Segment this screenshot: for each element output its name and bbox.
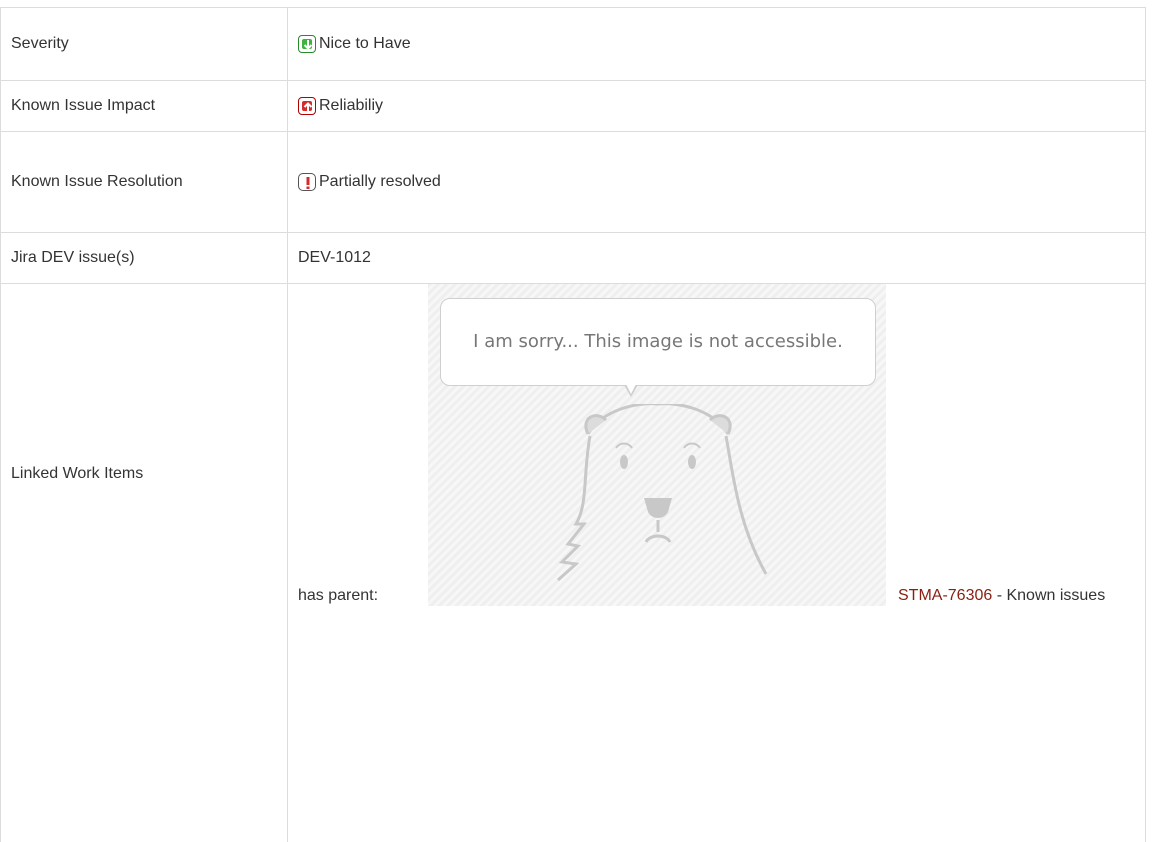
- property-label: Linked Work Items: [1, 284, 288, 842]
- property-value: Reliabiliy: [288, 81, 1146, 132]
- link-relation-label: has parent:: [298, 584, 378, 608]
- property-row-linked-items: Linked Work Items has parent: I am sorry…: [1, 284, 1146, 842]
- severity-value: Nice to Have: [319, 32, 411, 56]
- parent-issue-link-text: STMA-76306 - Known issues: [898, 584, 1154, 608]
- property-row-dev-issues: Jira DEV issue(s) DEV-1012: [1, 233, 1146, 284]
- property-value: Partially resolved: [288, 132, 1146, 233]
- priority-minor-icon: [298, 35, 316, 53]
- property-value: Nice to Have: [288, 8, 1146, 81]
- resolution-value: Partially resolved: [319, 170, 441, 194]
- dev-issue-value: DEV-1012: [288, 233, 1146, 284]
- impact-value: Reliabiliy: [319, 94, 383, 118]
- broken-image-placeholder: I am sorry... This image is not accessib…: [428, 284, 886, 606]
- parent-issue-link[interactable]: STMA-76306: [898, 587, 992, 604]
- property-label: Jira DEV issue(s): [1, 233, 288, 284]
- parent-issue-summary: - Known issues: [992, 587, 1105, 604]
- property-label: Known Issue Impact: [1, 81, 288, 132]
- linked-items-value: has parent: I am sorry... This image is …: [288, 284, 1146, 842]
- priority-major-icon: [298, 97, 316, 115]
- property-label: Known Issue Resolution: [1, 132, 288, 233]
- property-row-impact: Known Issue Impact Reliabiliy: [1, 81, 1146, 132]
- image-not-accessible-message: I am sorry... This image is not accessib…: [440, 298, 876, 386]
- sad-bear-icon: [528, 404, 788, 604]
- property-row-resolution: Known Issue Resolution Partially resolve…: [1, 132, 1146, 233]
- property-label: Severity: [1, 8, 288, 81]
- property-row-severity: Severity Nice to Have: [1, 8, 1146, 81]
- exclamation-icon: [298, 173, 316, 191]
- issue-properties-table: Severity Nice to Have Known Issue Impact…: [0, 7, 1146, 842]
